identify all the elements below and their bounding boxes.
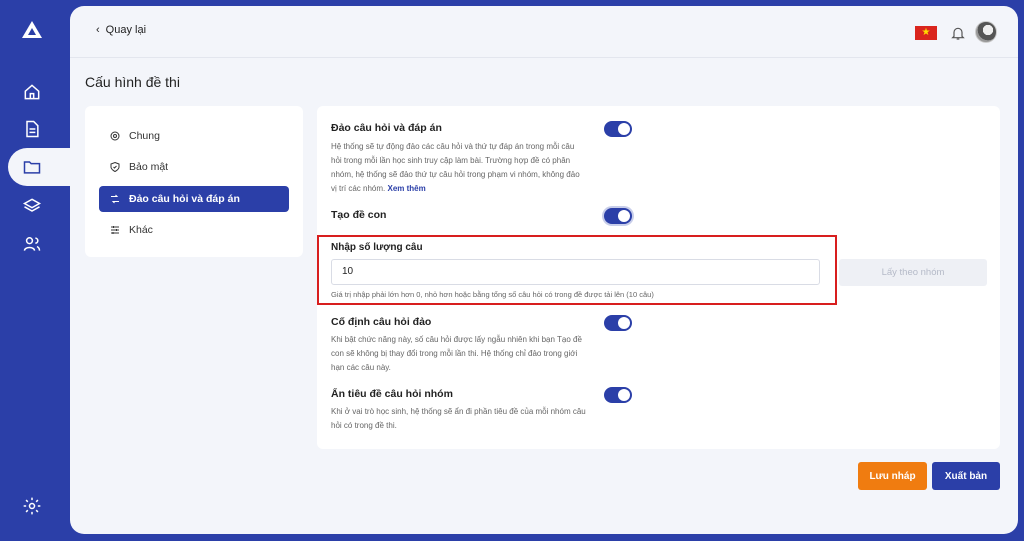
shuffle-desc-text: Hệ thống sẽ tự động đảo các câu hỏi và t… bbox=[331, 142, 580, 193]
question-count-input[interactable]: 10 bbox=[331, 259, 820, 285]
triangle-logo-icon[interactable] bbox=[20, 18, 44, 42]
folder-icon bbox=[23, 161, 41, 174]
gear-icon bbox=[23, 497, 41, 515]
document-icon bbox=[26, 120, 39, 138]
menu-item-label: Đảo câu hỏi và đáp án bbox=[129, 193, 240, 205]
see-more-link[interactable]: Xem thêm bbox=[387, 184, 425, 193]
shuffle-toggle[interactable] bbox=[604, 121, 632, 137]
fixed-toggle[interactable] bbox=[604, 315, 632, 331]
rail-users[interactable] bbox=[0, 225, 64, 263]
avatar[interactable] bbox=[975, 21, 997, 43]
vietnam-flag-icon[interactable]: ★ bbox=[915, 26, 937, 40]
subtest-title: Tạo đề con bbox=[331, 209, 387, 221]
back-button[interactable]: ‹ Quay lại bbox=[96, 24, 146, 36]
menu-item-label: Bảo mật bbox=[129, 161, 169, 173]
menu-item-shuffle[interactable]: Đảo câu hỏi và đáp án bbox=[99, 186, 289, 212]
rail-layers[interactable] bbox=[0, 187, 64, 225]
publish-button[interactable]: Xuất bản bbox=[932, 462, 1000, 490]
fixed-title: Cố định câu hỏi đảo bbox=[331, 316, 432, 328]
menu-item-security[interactable]: Bảo mật bbox=[99, 154, 289, 180]
users-icon bbox=[23, 237, 41, 251]
page-title: Cấu hình đề thi bbox=[85, 74, 180, 90]
rail-folder[interactable] bbox=[8, 148, 72, 186]
home-icon bbox=[24, 84, 40, 100]
side-rail bbox=[0, 0, 72, 541]
menu-item-general[interactable]: Chung bbox=[99, 123, 289, 149]
get-by-group-button[interactable]: Lấy theo nhóm bbox=[839, 259, 987, 286]
fixed-description: Khi bật chức năng này, số câu hỏi được l… bbox=[331, 335, 582, 372]
rail-settings[interactable] bbox=[0, 487, 64, 525]
shuffle-description: Hệ thống sẽ tự động đảo các câu hỏi và t… bbox=[331, 140, 586, 196]
menu-item-label: Chung bbox=[129, 130, 160, 142]
sliders-icon bbox=[111, 226, 119, 234]
menu-item-label: Khác bbox=[129, 224, 153, 236]
back-label: Quay lại bbox=[105, 24, 147, 36]
shield-icon bbox=[110, 161, 120, 173]
settings-content: Đảo câu hỏi và đáp án Hệ thống sẽ tự độn… bbox=[317, 106, 1000, 449]
subtest-toggle[interactable] bbox=[604, 208, 632, 224]
shuffle-title: Đảo câu hỏi và đáp án bbox=[331, 122, 442, 134]
save-draft-button[interactable]: Lưu nháp bbox=[858, 462, 927, 490]
main-panel: ‹ Quay lại ★ Cấu hình đề thi Chung Bảo m… bbox=[70, 6, 1018, 534]
top-bar: ‹ Quay lại ★ bbox=[70, 6, 1018, 58]
settings-menu: Chung Bảo mật Đảo câu hỏi và đáp án Khác bbox=[85, 106, 303, 257]
shuffle-icon bbox=[111, 194, 119, 204]
question-count-help: Giá trị nhập phải lớn hơn 0, nhỏ hơn hoặ… bbox=[331, 290, 654, 299]
bell-icon[interactable] bbox=[950, 25, 966, 41]
rail-home[interactable] bbox=[0, 73, 64, 111]
hide-group-title-toggle[interactable] bbox=[604, 387, 632, 403]
menu-item-other[interactable]: Khác bbox=[99, 217, 289, 243]
rail-documents[interactable] bbox=[0, 110, 64, 148]
layers-icon bbox=[22, 198, 42, 212]
chevron-left-icon: ‹ bbox=[96, 24, 100, 36]
hide-group-title-title: Ẩn tiêu đề câu hỏi nhóm bbox=[331, 388, 453, 400]
hide-group-title-description: Khi ở vai trò học sinh, hệ thống sẽ ẩn đ… bbox=[331, 407, 586, 430]
gear-icon bbox=[110, 131, 120, 141]
question-count-label: Nhập số lượng câu bbox=[331, 242, 423, 253]
